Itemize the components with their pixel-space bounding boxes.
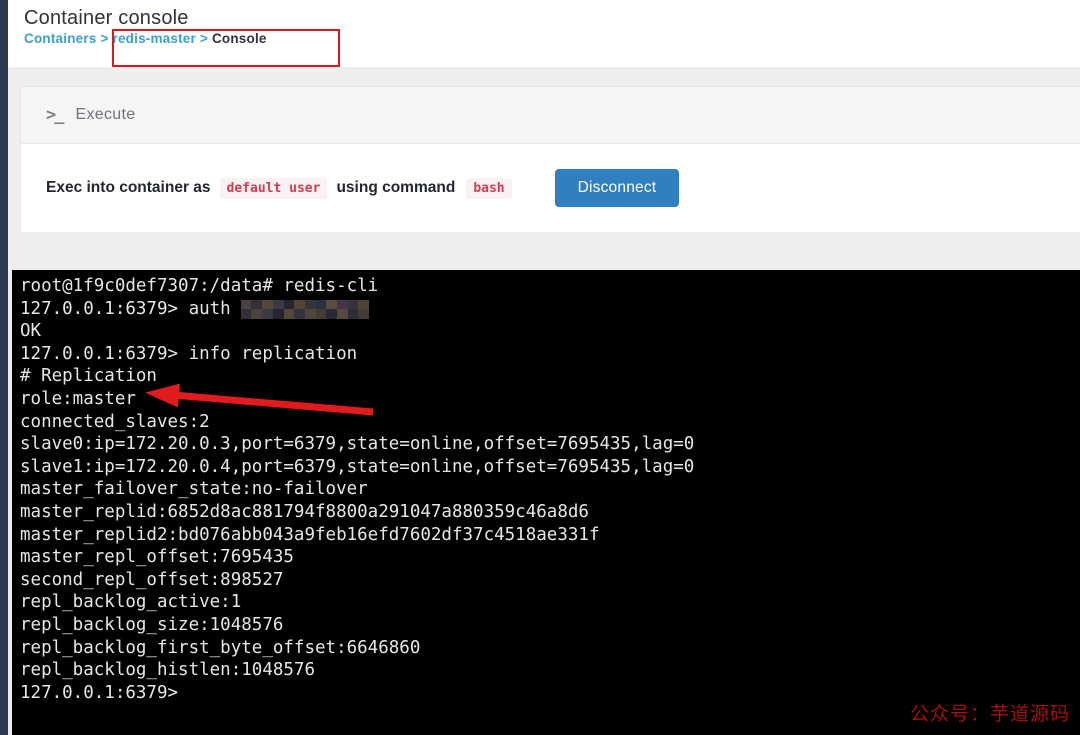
terminal-line: 127.0.0.1:6379> <box>20 682 179 703</box>
terminal[interactable]: root@1f9c0def7307:/data# redis-cli 127.0.… <box>12 270 1080 735</box>
execute-section-header[interactable]: >_ Execute <box>20 86 1080 144</box>
terminal-line: connected_slaves:2 <box>20 411 210 432</box>
terminal-line: # Replication <box>20 366 157 387</box>
terminal-line: master_replid2:bd076abb043a9feb16efd7602… <box>20 524 600 545</box>
terminal-line: OK <box>20 321 42 342</box>
terminal-line: master_failover_state:no-failover <box>20 479 368 500</box>
terminal-line: repl_backlog_active:1 <box>20 592 242 613</box>
breadcrumb-item-redis-master[interactable]: redis-master <box>113 31 196 46</box>
terminal-prompt-icon: >_ <box>46 105 65 125</box>
breadcrumb: Containers > redis-master > Console <box>24 31 1080 46</box>
execute-panel-body: Exec into container as default user usin… <box>20 144 1080 232</box>
terminal-output: root@1f9c0def7307:/data# redis-cli 127.0.… <box>20 275 1080 704</box>
terminal-line: master_replid:6852d8ac881794f8800a291047… <box>20 501 589 522</box>
exec-command-chip: bash <box>466 177 512 199</box>
execute-section-label: Execute <box>75 106 136 123</box>
terminal-line: root@1f9c0def7307:/data# redis-cli <box>20 276 379 296</box>
terminal-line: repl_backlog_first_byte_offset:6646860 <box>20 637 421 658</box>
terminal-line: slave1:ip=172.20.0.4,port=6379,state=onl… <box>20 456 695 477</box>
terminal-line: master_repl_offset:7695435 <box>20 547 294 568</box>
exec-user-chip: default user <box>219 177 328 199</box>
redacted-password <box>241 299 370 319</box>
page-title: Container console <box>24 7 189 29</box>
page-header: Container console Containers > redis-mas… <box>8 0 1080 67</box>
terminal-line: 127.0.0.1:6379> info replication <box>20 343 358 364</box>
terminal-line: repl_backlog_histlen:1048576 <box>20 660 316 681</box>
exec-text-prefix: Exec into container as <box>46 179 211 196</box>
exec-text-middle: using command <box>336 179 456 196</box>
left-edge-bar <box>0 0 8 735</box>
terminal-line: 127.0.0.1:6379> auth <box>20 298 1080 321</box>
disconnect-button[interactable]: Disconnect <box>554 169 680 207</box>
breadcrumb-item-console: Console <box>211 31 267 46</box>
terminal-line: second_repl_offset:898527 <box>20 569 284 590</box>
breadcrumb-separator: > <box>195 31 212 46</box>
watermark-text: 公众号：芋道源码 <box>909 703 1070 726</box>
terminal-line: repl_backlog_size:1048576 <box>20 614 284 635</box>
terminal-line: role:master <box>20 388 136 409</box>
breadcrumb-item-containers[interactable]: Containers <box>24 31 97 46</box>
terminal-line: slave0:ip=172.20.0.3,port=6379,state=onl… <box>20 434 695 455</box>
breadcrumb-separator: > <box>96 31 113 46</box>
